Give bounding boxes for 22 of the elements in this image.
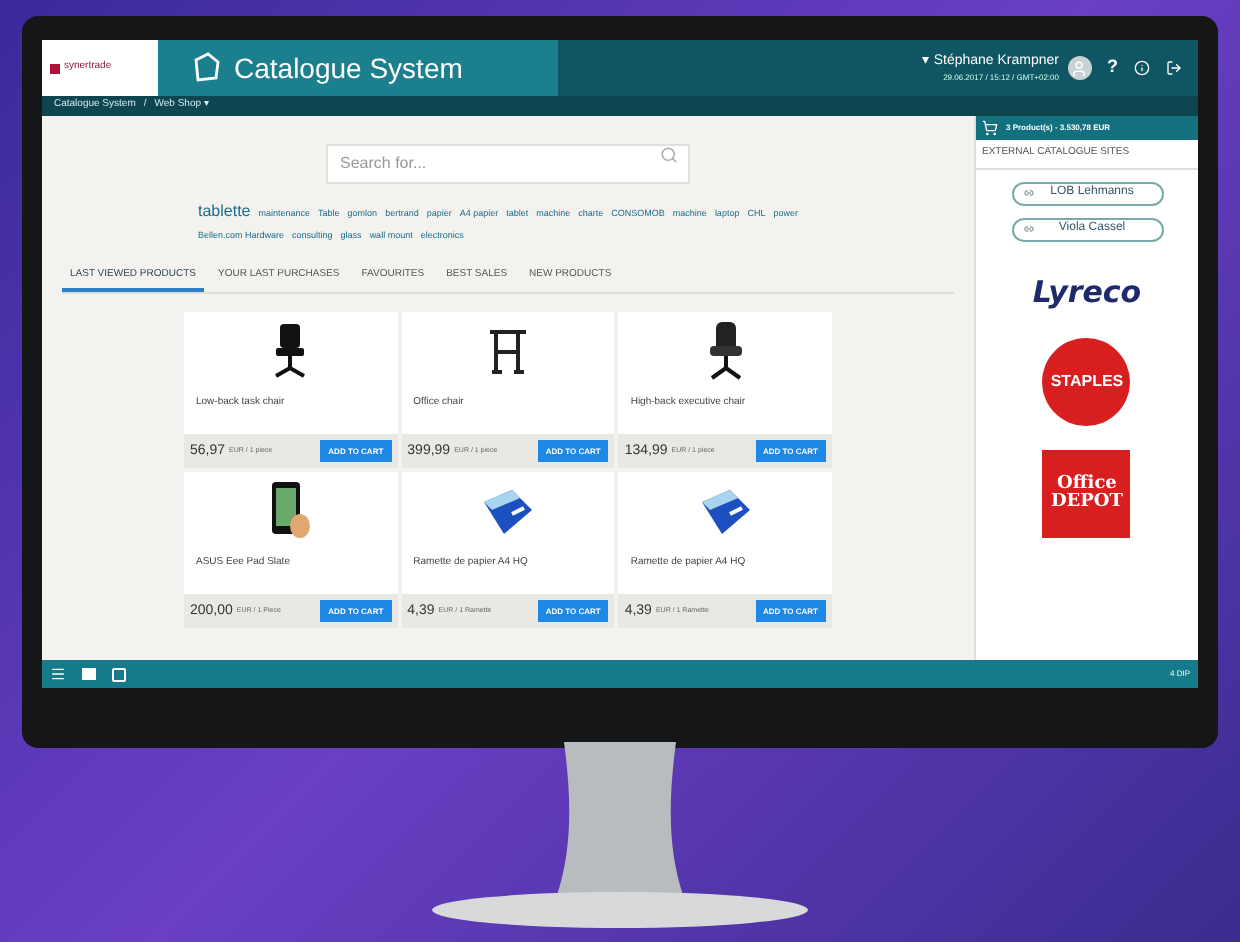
- search-field[interactable]: Search for...: [326, 143, 690, 183]
- catalogue-icon: [190, 52, 222, 84]
- cart-icon[interactable]: [982, 120, 998, 136]
- logout-icon[interactable]: [1166, 60, 1182, 76]
- paper-ream-icon: [479, 486, 536, 539]
- tag-link[interactable]: tablette: [198, 200, 251, 224]
- brand-logo[interactable]: Office DEPOT: [1042, 450, 1131, 538]
- link-icon: [1023, 188, 1033, 198]
- brand-icon: [50, 63, 60, 73]
- desk-icon: [487, 328, 528, 377]
- paper-ream-icon: [697, 486, 754, 539]
- tablet-icon: [270, 482, 311, 543]
- avatar[interactable]: [1067, 56, 1091, 80]
- chair-icon: [705, 322, 746, 383]
- info-icon[interactable]: [1134, 60, 1150, 76]
- brand-logo[interactable]: STAPLES: [1042, 338, 1131, 426]
- brand-logo[interactable]: Lyreco: [1016, 269, 1158, 314]
- link-icon: [1023, 224, 1033, 234]
- menu-icon[interactable]: [50, 666, 66, 682]
- app-title: Catalogue System: [234, 49, 463, 88]
- help-icon[interactable]: ?: [1107, 54, 1118, 82]
- chair-icon: [272, 324, 309, 381]
